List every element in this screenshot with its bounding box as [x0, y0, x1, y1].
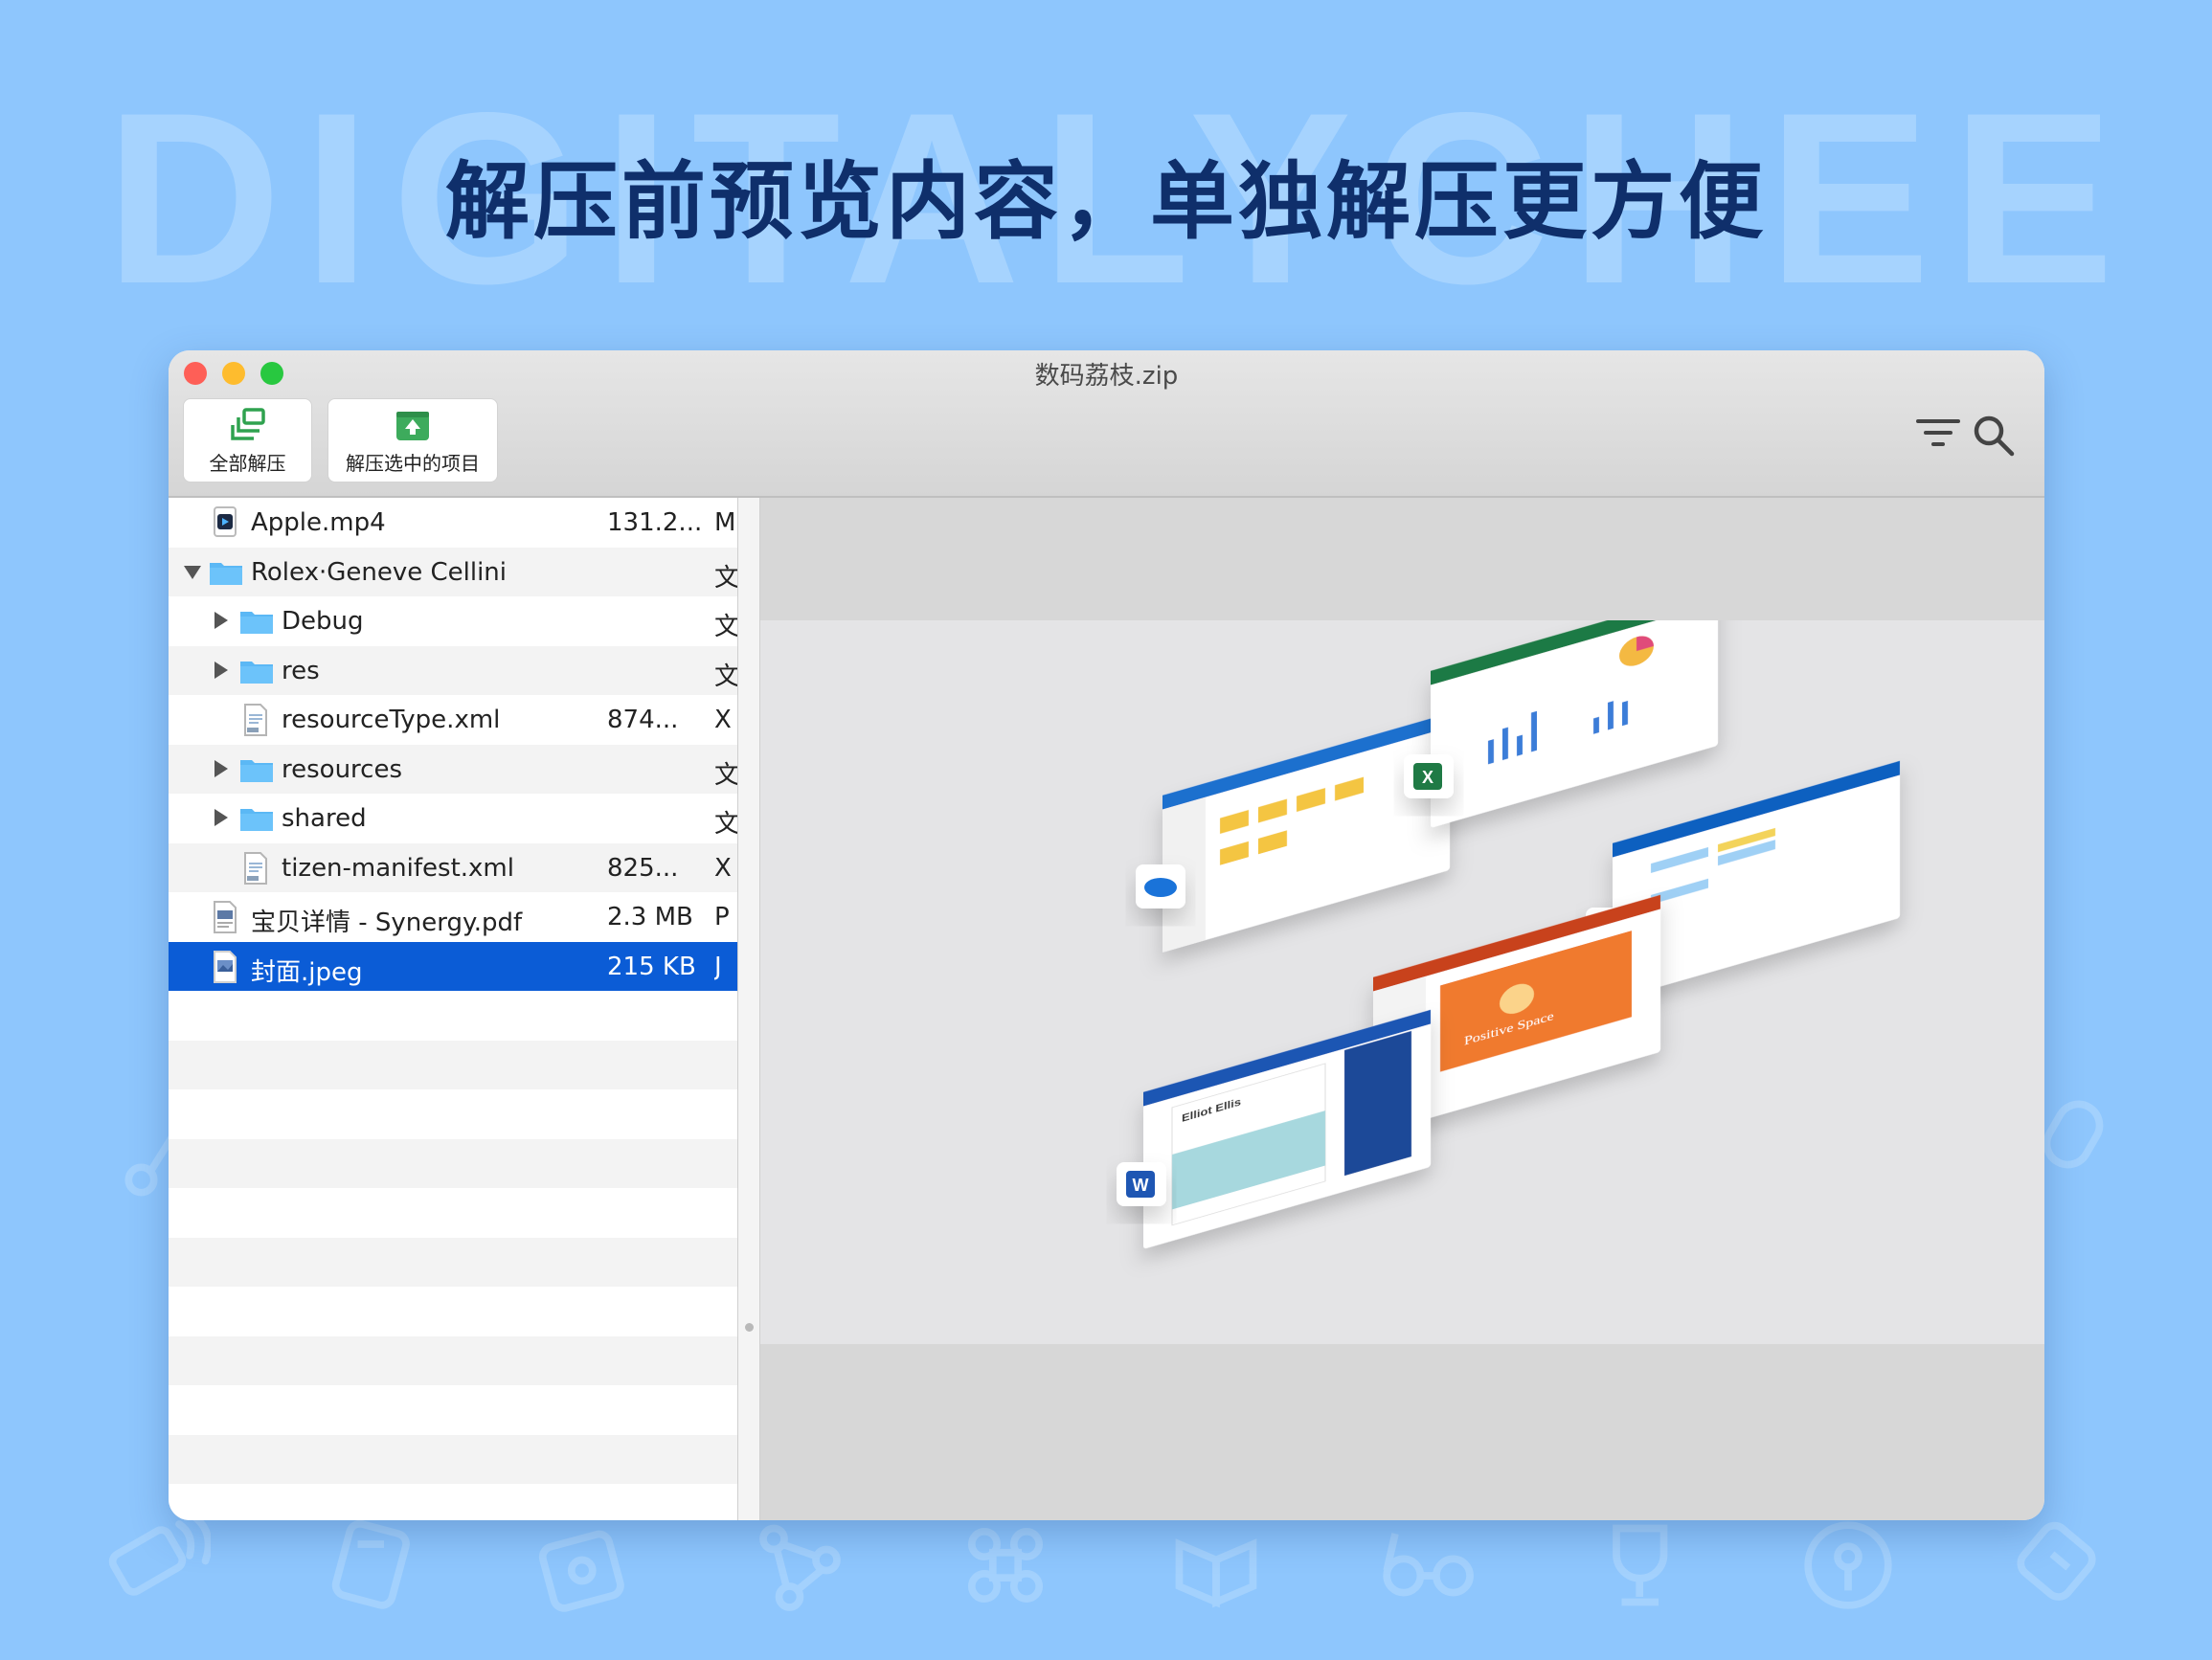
folder-row[interactable]: Rolex·Geneve Cellini 文: [169, 547, 737, 596]
filter-icon[interactable]: [1914, 414, 1962, 452]
folder-row[interactable]: shared 文: [169, 794, 737, 843]
folder-row[interactable]: resources 文: [169, 744, 737, 794]
trophy-icon: [1613, 1524, 1668, 1606]
search-icon[interactable]: [1972, 414, 2016, 458]
disclosure-triangle-expanded[interactable]: [184, 565, 201, 579]
file-kind: X: [714, 853, 732, 883]
archive-window: 数码荔枝.zip 全部解压 解压选中的项目 Apple.mp4 131.2...…: [169, 350, 2044, 1520]
folder-row[interactable]: res 文: [169, 645, 737, 695]
disclosure-triangle-collapsed[interactable]: [214, 612, 228, 629]
extract-selected-label: 解压选中的项目: [346, 452, 480, 475]
folder-row[interactable]: Debug 文: [169, 596, 737, 646]
pdf-file-icon: [214, 901, 237, 933]
extract-all-icon: [230, 408, 265, 440]
empty-row: [169, 1237, 737, 1287]
titlebar: 数码荔枝.zip 全部解压 解压选中的项目: [169, 350, 2044, 498]
file-name: 封面.jpeg: [251, 957, 363, 987]
file-kind: 文: [714, 613, 737, 641]
file-kind: 文: [714, 563, 737, 593]
file-name: Debug: [282, 607, 364, 636]
folder-icon: [240, 612, 273, 634]
file-size: 131.2...: [607, 508, 703, 537]
disclosure-triangle-collapsed[interactable]: [214, 759, 228, 777]
preview-image: X O: [760, 620, 2044, 1344]
file-size: 2.3 MB: [607, 903, 693, 931]
extract-all-label: 全部解压: [209, 452, 286, 475]
empty-row: [169, 1040, 737, 1089]
file-name: shared: [282, 804, 367, 833]
file-kind: 文: [714, 662, 737, 691]
file-size: 874...: [607, 706, 679, 734]
file-row[interactable]: resourceType.xml 874... X: [169, 695, 737, 745]
empty-row: [169, 1335, 737, 1385]
folder-icon: [240, 661, 273, 684]
file-list: Apple.mp4 131.2... M Rolex·Geneve Cellin…: [169, 498, 737, 1520]
extract-all-button[interactable]: 全部解压: [183, 398, 312, 482]
disclosure-triangle-collapsed[interactable]: [214, 661, 228, 679]
file-size: 215 KB: [607, 952, 696, 981]
folder-icon: [240, 759, 273, 782]
folder-icon: [240, 809, 273, 831]
page-headline: 解压前预览内容，单独解压更方便: [444, 152, 1767, 251]
file-row-selected[interactable]: 封面.jpeg 215 KB J: [169, 941, 737, 991]
card-icon: [331, 1519, 410, 1609]
image-file-icon: [214, 950, 237, 983]
file-name: res: [282, 656, 320, 685]
disclosure-triangle-collapsed[interactable]: [214, 809, 228, 826]
file-size: 825...: [607, 853, 679, 883]
video-file-icon: [214, 506, 237, 537]
file-kind: M: [714, 508, 736, 537]
empty-row: [169, 1434, 737, 1484]
office-apps-preview-illustration: X O: [1117, 620, 1900, 1248]
preview-pane: X O: [760, 498, 2044, 1520]
xml-file-icon: [244, 851, 267, 885]
lock-bag-icon: [538, 1530, 624, 1612]
file-kind: J: [714, 952, 722, 981]
folder-icon: [210, 562, 242, 585]
file-name: Apple.mp4: [251, 508, 386, 537]
empty-row: [169, 1138, 737, 1188]
file-row[interactable]: Apple.mp4 131.2... M: [169, 498, 737, 548]
tag-icon: [2017, 1521, 2096, 1601]
window-title: 数码荔枝.zip: [1034, 362, 1179, 391]
file-kind: X: [714, 706, 732, 734]
file-name: Rolex·Geneve Cellini: [251, 557, 508, 587]
file-name: tizen-manifest.xml: [282, 853, 514, 883]
file-name: resourceType.xml: [282, 706, 501, 734]
command-icon: [967, 1527, 1044, 1604]
file-kind: P: [714, 903, 730, 931]
file-kind: 文: [714, 810, 737, 839]
excel-icon-letter: X: [1422, 768, 1433, 787]
splitter-handle[interactable]: [745, 1323, 754, 1332]
glasses-icon: [1383, 1533, 1474, 1597]
file-row[interactable]: 宝贝详情 - Synergy.pdf 2.3 MB P: [169, 892, 737, 942]
extract-selected-icon: [396, 412, 429, 440]
file-row[interactable]: tizen-manifest.xml 825... X: [169, 842, 737, 892]
pane-splitter[interactable]: [737, 498, 760, 1520]
file-kind: 文: [714, 760, 737, 790]
file-name: resources: [282, 754, 403, 784]
network-icon: [759, 1524, 841, 1611]
key-circle-icon: [1804, 1521, 1892, 1609]
file-name: 宝贝详情 - Synergy.pdf: [251, 909, 523, 937]
book-icon: [1175, 1538, 1257, 1608]
xml-file-icon: [244, 704, 267, 736]
extract-selected-button[interactable]: 解压选中的项目: [327, 398, 498, 482]
word-icon-letter: W: [1133, 1176, 1149, 1195]
